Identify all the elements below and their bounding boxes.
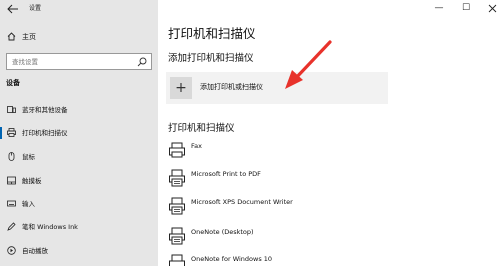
sidebar-item-bluetooth[interactable]: 蓝牙和其他设备: [0, 103, 158, 117]
sidebar-item-label: 笔和 Windows Ink: [22, 223, 78, 231]
sidebar-item-autoplay[interactable]: 自动播放: [0, 244, 158, 258]
keyboard-icon: [7, 199, 16, 208]
sidebar-item-printers[interactable]: 打印机和扫描仪: [0, 126, 158, 140]
sidebar-item-label: 输入: [22, 200, 35, 208]
search-icon[interactable]: [137, 57, 147, 67]
autoplay-icon: [7, 246, 16, 255]
sidebar-item-mouse[interactable]: 鼠标: [0, 150, 158, 164]
printer-icon: [7, 128, 16, 137]
pen-icon: [7, 222, 16, 231]
sidebar-item-pen[interactable]: 笔和 Windows Ink: [0, 220, 158, 234]
touchpad-icon: [7, 176, 16, 185]
home-label: 主页: [22, 33, 36, 41]
search-placeholder: 查找设置: [12, 58, 38, 66]
main-content: — ☐ 打印机和扫描仪 添加打印机和扫描仪 + 添加打印机或扫描仪 打印机和扫描…: [158, 0, 500, 266]
sidebar-item-home[interactable]: 主页: [0, 30, 158, 44]
sidebar-item-label: 触摸板: [22, 177, 42, 185]
app-title: 设置: [29, 5, 42, 12]
red-arrow-icon: [285, 40, 332, 89]
sidebar-item-label: 蓝牙和其他设备: [22, 106, 68, 114]
bluetooth-devices-icon: [7, 105, 16, 114]
sidebar-item-typing[interactable]: 输入: [0, 197, 158, 211]
sidebar-item-label: 打印机和扫描仪: [22, 129, 68, 137]
sidebar: 设置 主页 查找设置 设备 蓝牙和其他设备 打印机和扫描仪 鼠标 触摸板 输入 …: [0, 0, 158, 266]
section-label-devices: 设备: [6, 79, 20, 87]
sidebar-item-label: 自动播放: [22, 247, 48, 255]
active-indicator: [0, 127, 2, 139]
sidebar-item-label: 鼠标: [22, 153, 35, 161]
sidebar-item-touchpad[interactable]: 触摸板: [0, 174, 158, 188]
search-input[interactable]: 查找设置: [6, 53, 152, 70]
mouse-icon: [7, 152, 16, 161]
home-icon: [7, 32, 16, 41]
back-arrow-icon[interactable]: [7, 4, 19, 14]
